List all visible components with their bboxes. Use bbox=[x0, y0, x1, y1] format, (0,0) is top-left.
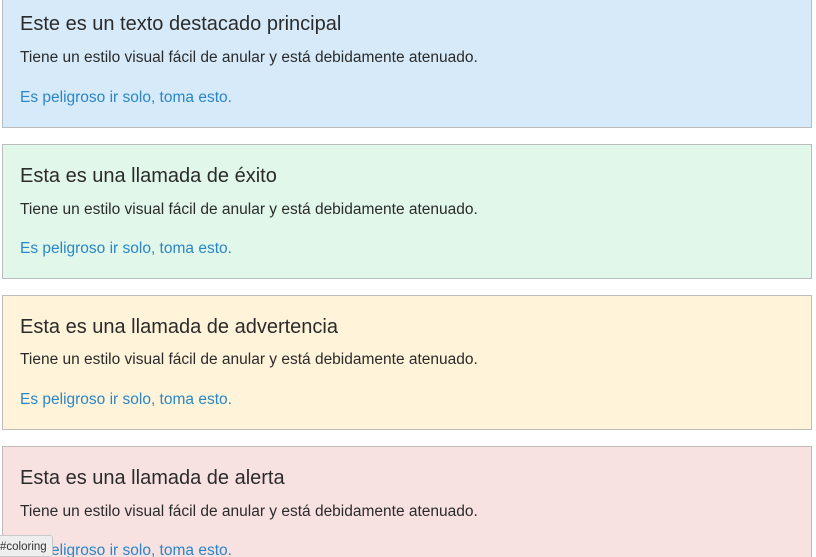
callout-body: Tiene un estilo visual fácil de anular y… bbox=[20, 351, 478, 368]
callout-link[interactable]: Es peligroso ir solo, toma esto. bbox=[20, 390, 232, 410]
callout-success: Esta es una llamada de éxito Tiene un es… bbox=[2, 144, 812, 279]
callout-link[interactable]: Es peligroso ir solo, toma esto. bbox=[20, 88, 232, 108]
callout-title: Esta es una llamada de alerta bbox=[20, 467, 285, 489]
callout-title: Este es un texto destacado principal bbox=[20, 13, 342, 35]
callout-title: Esta es una llamada de advertencia bbox=[20, 316, 338, 338]
callout-alert: Esta es una llamada de alerta Tiene un e… bbox=[2, 446, 812, 557]
page: Este es un texto destacado principal Tie… bbox=[0, 0, 816, 557]
callout-primary: Este es un texto destacado principal Tie… bbox=[2, 0, 812, 128]
callout-warning: Esta es una llamada de advertencia Tiene… bbox=[2, 295, 812, 430]
callout-body: Tiene un estilo visual fácil de anular y… bbox=[20, 503, 478, 520]
callout-body: Tiene un estilo visual fácil de anular y… bbox=[20, 201, 478, 218]
status-chip: #coloring bbox=[0, 535, 53, 557]
callout-body: Tiene un estilo visual fácil de anular y… bbox=[20, 49, 478, 66]
callout-title: Esta es una llamada de éxito bbox=[20, 165, 277, 187]
callout-link[interactable]: Es peligroso ir solo, toma esto. bbox=[20, 239, 232, 259]
